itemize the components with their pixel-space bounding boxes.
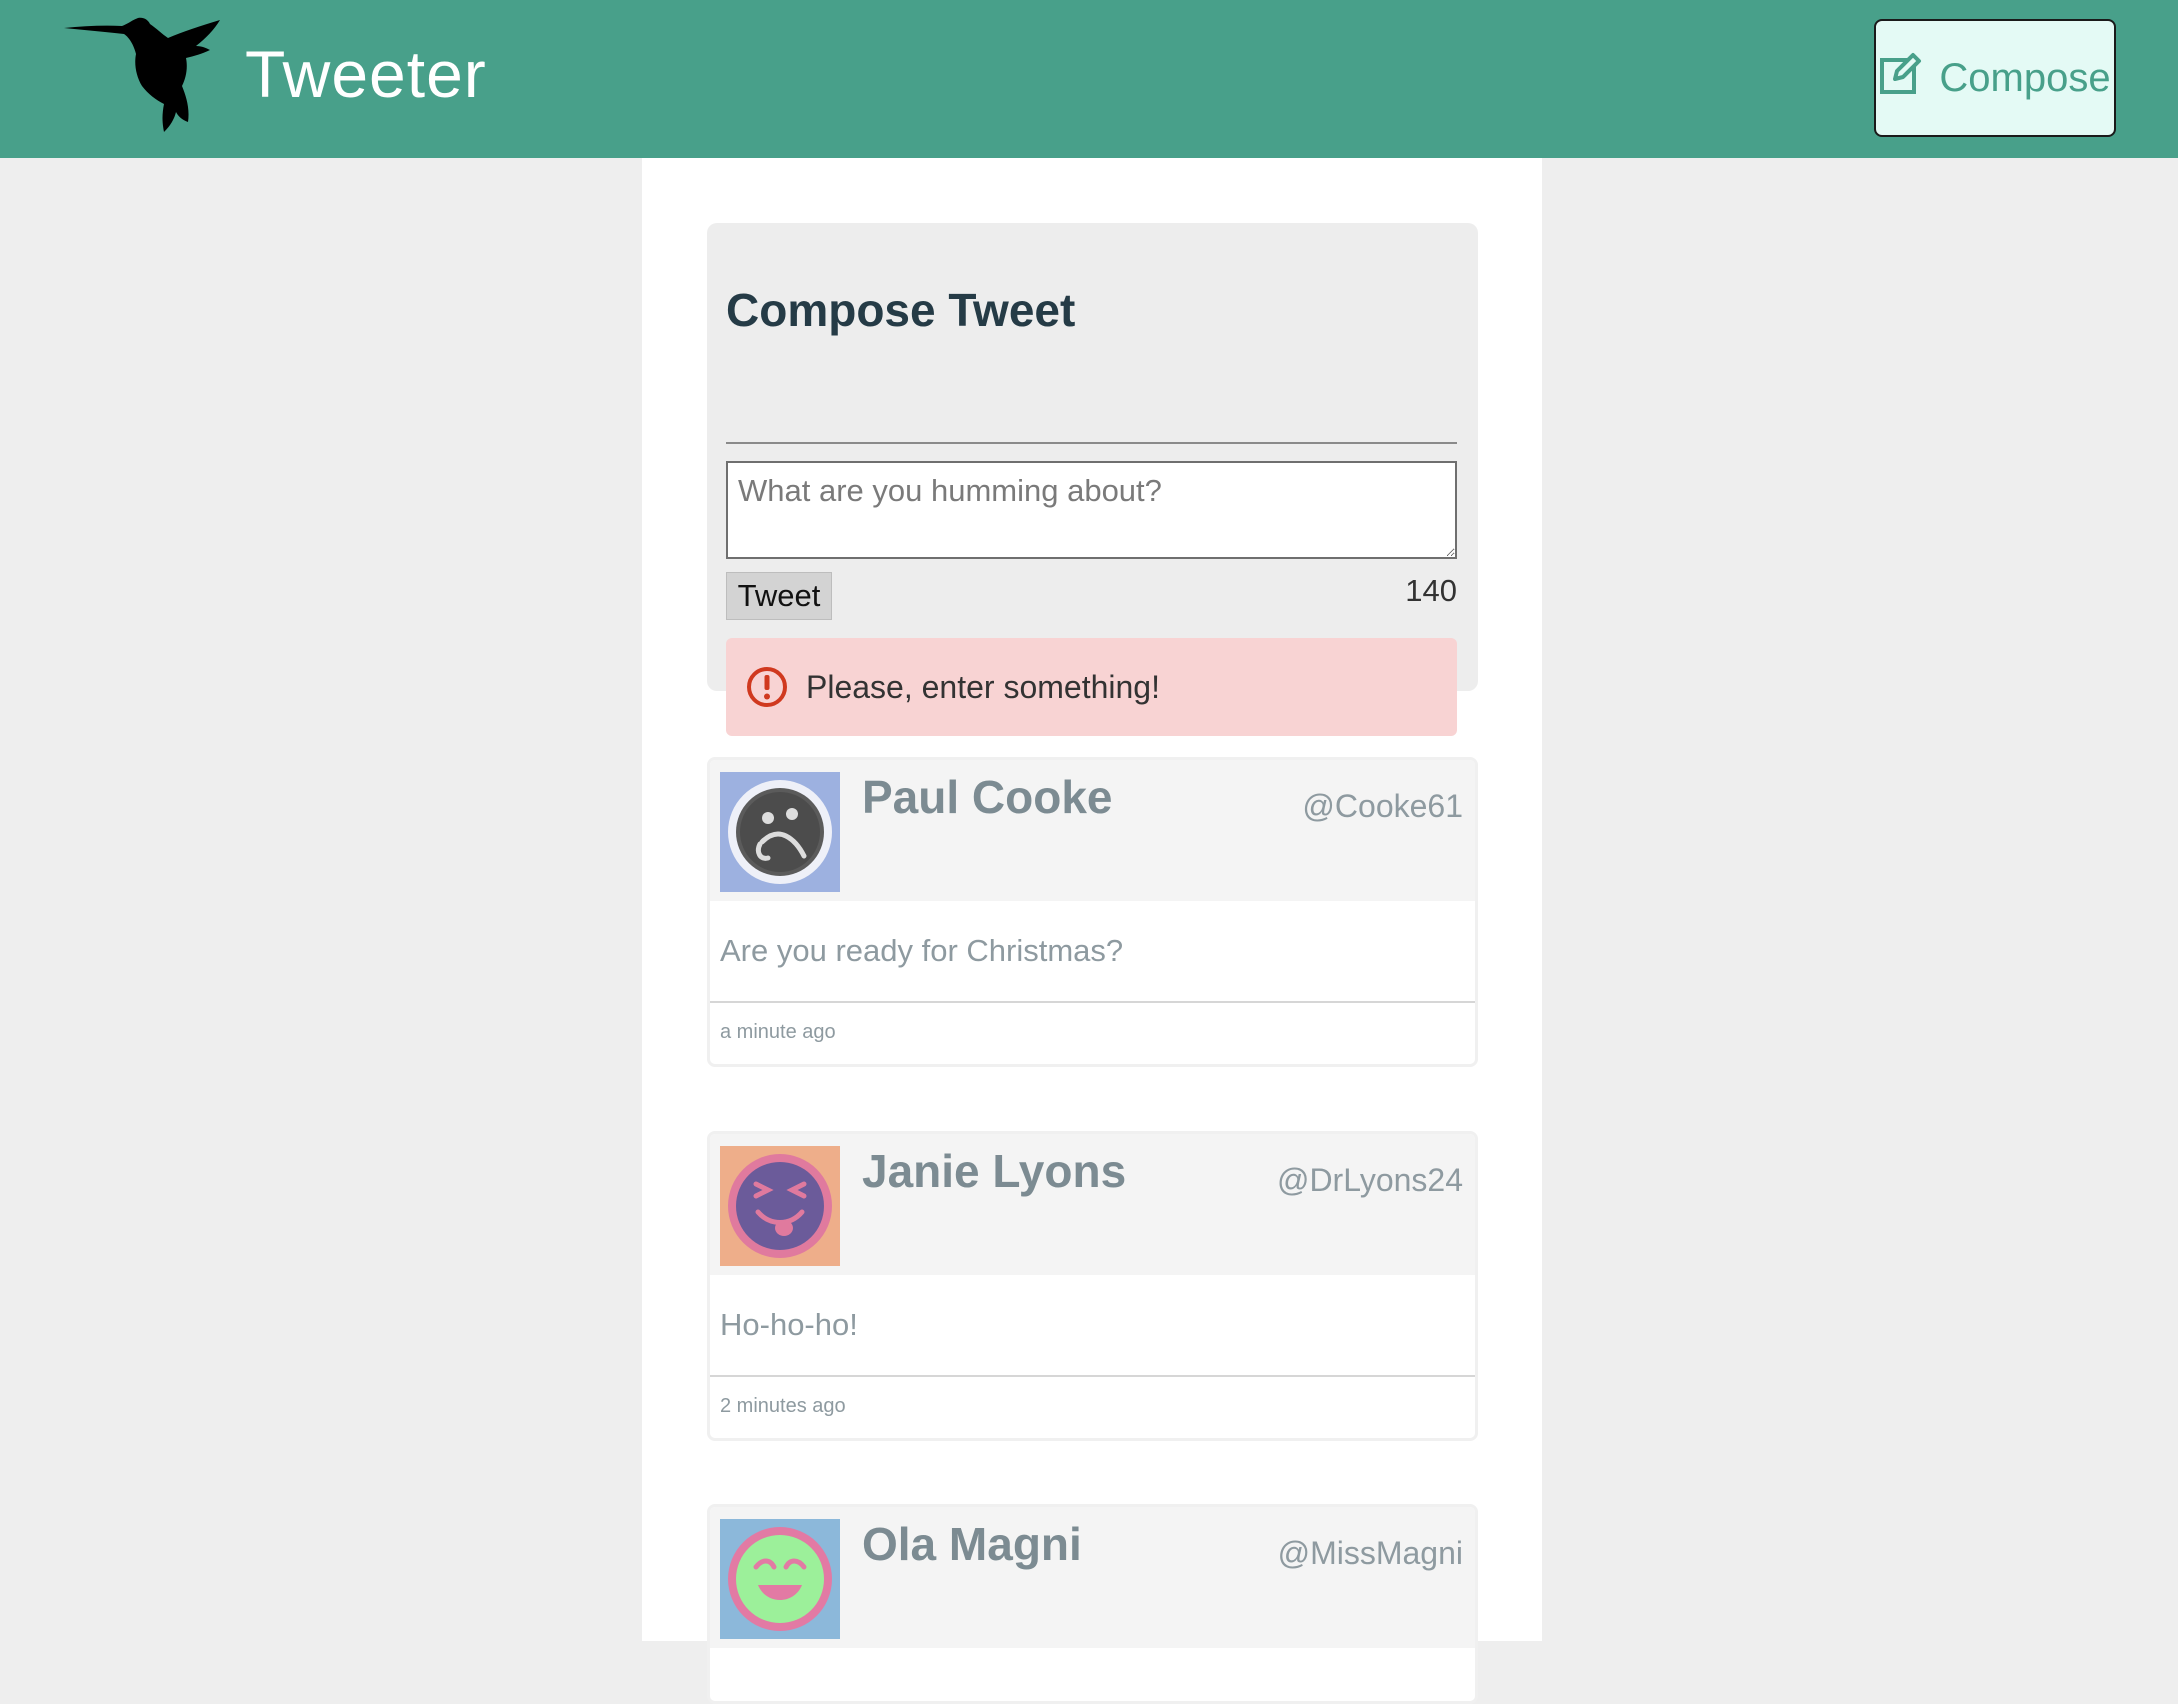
avatar: [720, 1146, 840, 1266]
tweet-header: Ola Magni @MissMagni: [710, 1507, 1475, 1648]
tweet-card: Janie Lyons @DrLyons24 Ho-ho-ho! 2 minut…: [707, 1131, 1478, 1441]
tweet-author-name: Ola Magni: [862, 1518, 1082, 1570]
tweet-timestamp: a minute ago: [720, 1020, 836, 1043]
error-text: Please, enter something!: [806, 668, 1160, 705]
tweet-submit-button[interactable]: Tweet: [726, 572, 832, 620]
hummingbird-logo-icon[interactable]: [64, 16, 224, 132]
tweet-timestamp: 2 minutes ago: [720, 1394, 846, 1417]
tweet-content: Are you ready for Christmas?: [710, 901, 1475, 1003]
tweet-author-handle: @MissMagni: [1277, 1535, 1463, 1571]
compose-button-label: Compose: [1939, 55, 2111, 100]
tweet-author-handle: @Cooke61: [1302, 788, 1463, 824]
tweet-author-name: Janie Lyons: [862, 1145, 1127, 1197]
divider: [726, 442, 1457, 444]
tweet-author-handle: @DrLyons24: [1276, 1162, 1463, 1198]
tweet-card: Paul Cooke @Cooke61 Are you ready for Ch…: [707, 757, 1478, 1067]
compose-panel: Compose Tweet Tweet 140 Please, enter so…: [707, 223, 1478, 736]
tweet-header: Paul Cooke @Cooke61: [710, 760, 1475, 901]
tweet-input[interactable]: [726, 461, 1457, 559]
top-navbar: Tweeter Compose: [0, 0, 2178, 158]
error-message: Please, enter something!: [726, 638, 1457, 736]
alert-circle-icon: [747, 667, 787, 707]
avatar: [720, 772, 840, 892]
avatar: [720, 1519, 840, 1639]
compose-title: Compose Tweet: [726, 284, 1076, 336]
compose-button[interactable]: Compose: [1874, 19, 2116, 137]
tweet-header: Janie Lyons @DrLyons24: [710, 1134, 1475, 1275]
tweet-content: Ho-ho-ho!: [710, 1275, 1475, 1377]
brand-title: Tweeter: [245, 37, 487, 111]
edit-icon: [1880, 53, 1922, 94]
character-counter: 140: [1405, 573, 1457, 608]
tweet-card: Ola Magni @MissMagni: [707, 1504, 1478, 1704]
tweet-author-name: Paul Cooke: [862, 771, 1113, 823]
main-column: Compose Tweet Tweet 140 Please, enter so…: [642, 158, 1542, 1704]
